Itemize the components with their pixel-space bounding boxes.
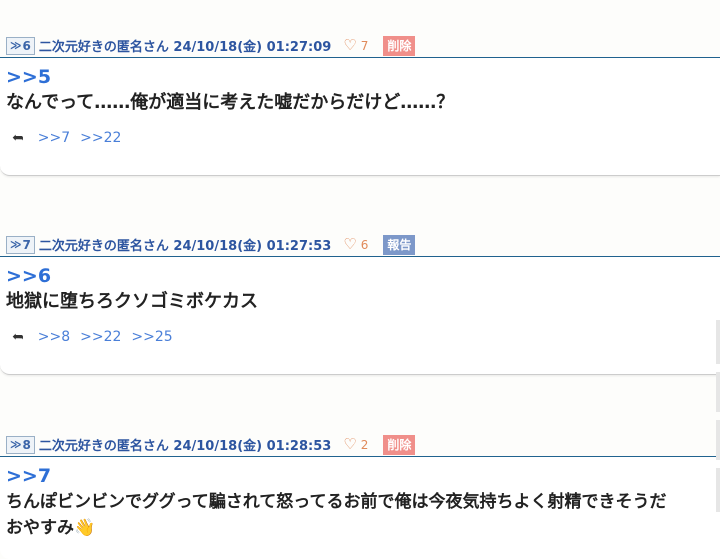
delete-button[interactable]: 削除 <box>383 434 416 455</box>
reply-link[interactable]: >>7 <box>38 130 70 146</box>
scrollbar-segment[interactable] <box>716 420 720 460</box>
post-date: 24/10/18(金) <box>173 439 263 454</box>
double-chevron-right-icon: ≫ <box>10 238 22 251</box>
post-number-button[interactable]: ≫ 7 <box>6 235 35 254</box>
post-time: 01:28:53 <box>266 439 332 454</box>
post-date: 24/10/18(金) <box>173 239 263 254</box>
post-text: ちんぽビンビンでググって騙されて怒ってるお前で俺は今夜気持ちよく射精できそうだ <box>6 492 667 512</box>
like-button[interactable]: ♡ 6 <box>343 237 368 252</box>
reply-list: ➦ >>8 >>22 >>25 <box>6 329 714 345</box>
reply-arrow-icon[interactable]: ➦ <box>12 329 24 345</box>
post-body: >>7 ちんぽビンビンでググって騙されて怒ってるお前で俺は今夜気持ちよく射精でき… <box>0 457 720 559</box>
post-8: ≫ 8 二次元好きの匿名さん 24/10/18(金) 01:28:53 ♡ 2 … <box>0 433 720 559</box>
scrollbar-segment[interactable] <box>716 372 720 412</box>
like-button[interactable]: ♡ 7 <box>343 38 368 53</box>
like-count: 2 <box>360 437 369 452</box>
post-number: 7 <box>22 237 31 252</box>
scrollbar-segment[interactable] <box>716 468 720 512</box>
reply-link[interactable]: >>25 <box>131 329 172 345</box>
reply-link[interactable]: >>22 <box>80 329 121 345</box>
post-header: ≫ 6 二次元好きの匿名さん 24/10/18(金) 01:27:09 ♡ 7 … <box>0 34 720 58</box>
post-number-button[interactable]: ≫ 8 <box>6 435 35 454</box>
post-meta: 二次元好きの匿名さん 24/10/18(金) 01:27:09 <box>39 36 331 55</box>
post-text-line2: おやすみ👋 <box>6 518 96 538</box>
anchor-link[interactable]: >>5 <box>6 66 714 88</box>
anchor-link[interactable]: >>7 <box>6 465 714 487</box>
post-number-button[interactable]: ≫ 6 <box>6 36 35 55</box>
post-body: >>6 地獄に堕ちろクソゴミボケカス ➦ >>8 >>22 >>25 <box>0 257 720 375</box>
post-body: >>5 なんでって……俺が適当に考えた嘘だからだけど……？ ➦ >>7 >>22 <box>0 58 720 176</box>
post-header: ≫ 8 二次元好きの匿名さん 24/10/18(金) 01:28:53 ♡ 2 … <box>0 433 720 457</box>
double-chevron-right-icon: ≫ <box>10 438 22 451</box>
post-header: ≫ 7 二次元好きの匿名さん 24/10/18(金) 01:27:53 ♡ 6 … <box>0 233 720 257</box>
reply-link[interactable]: >>8 <box>38 329 70 345</box>
reply-arrow-icon[interactable]: ➦ <box>12 130 24 146</box>
post-text: なんでって……俺が適当に考えた嘘だからだけど……？ <box>6 92 455 113</box>
post-text: 地獄に堕ちろクソゴミボケカス <box>6 291 258 312</box>
post-author: 二次元好きの匿名さん <box>38 40 169 55</box>
like-count: 7 <box>360 38 369 53</box>
post-time: 01:27:09 <box>266 40 332 55</box>
report-button[interactable]: 報告 <box>383 234 416 255</box>
scrollbar-segment[interactable] <box>716 320 720 364</box>
post-7: ≫ 7 二次元好きの匿名さん 24/10/18(金) 01:27:53 ♡ 6 … <box>0 233 720 375</box>
post-meta: 二次元好きの匿名さん 24/10/18(金) 01:28:53 <box>39 435 331 454</box>
anchor-link[interactable]: >>6 <box>6 265 714 287</box>
post-meta: 二次元好きの匿名さん 24/10/18(金) 01:27:53 <box>39 235 331 254</box>
reply-link[interactable]: >>22 <box>80 130 121 146</box>
post-number: 6 <box>22 38 31 53</box>
post-time: 01:27:53 <box>266 239 332 254</box>
heart-icon: ♡ <box>343 235 357 253</box>
double-chevron-right-icon: ≫ <box>10 39 22 52</box>
post-author: 二次元好きの匿名さん <box>38 239 169 254</box>
like-count: 6 <box>360 237 369 252</box>
delete-button[interactable]: 削除 <box>383 35 416 56</box>
post-author: 二次元好きの匿名さん <box>38 439 169 454</box>
like-button[interactable]: ♡ 2 <box>343 437 368 452</box>
heart-icon: ♡ <box>343 435 357 453</box>
post-number: 8 <box>22 437 31 452</box>
reply-list: ➦ >>7 >>22 <box>6 130 714 146</box>
heart-icon: ♡ <box>343 36 357 54</box>
post-date: 24/10/18(金) <box>173 40 263 55</box>
post-6: ≫ 6 二次元好きの匿名さん 24/10/18(金) 01:27:09 ♡ 7 … <box>0 34 720 176</box>
